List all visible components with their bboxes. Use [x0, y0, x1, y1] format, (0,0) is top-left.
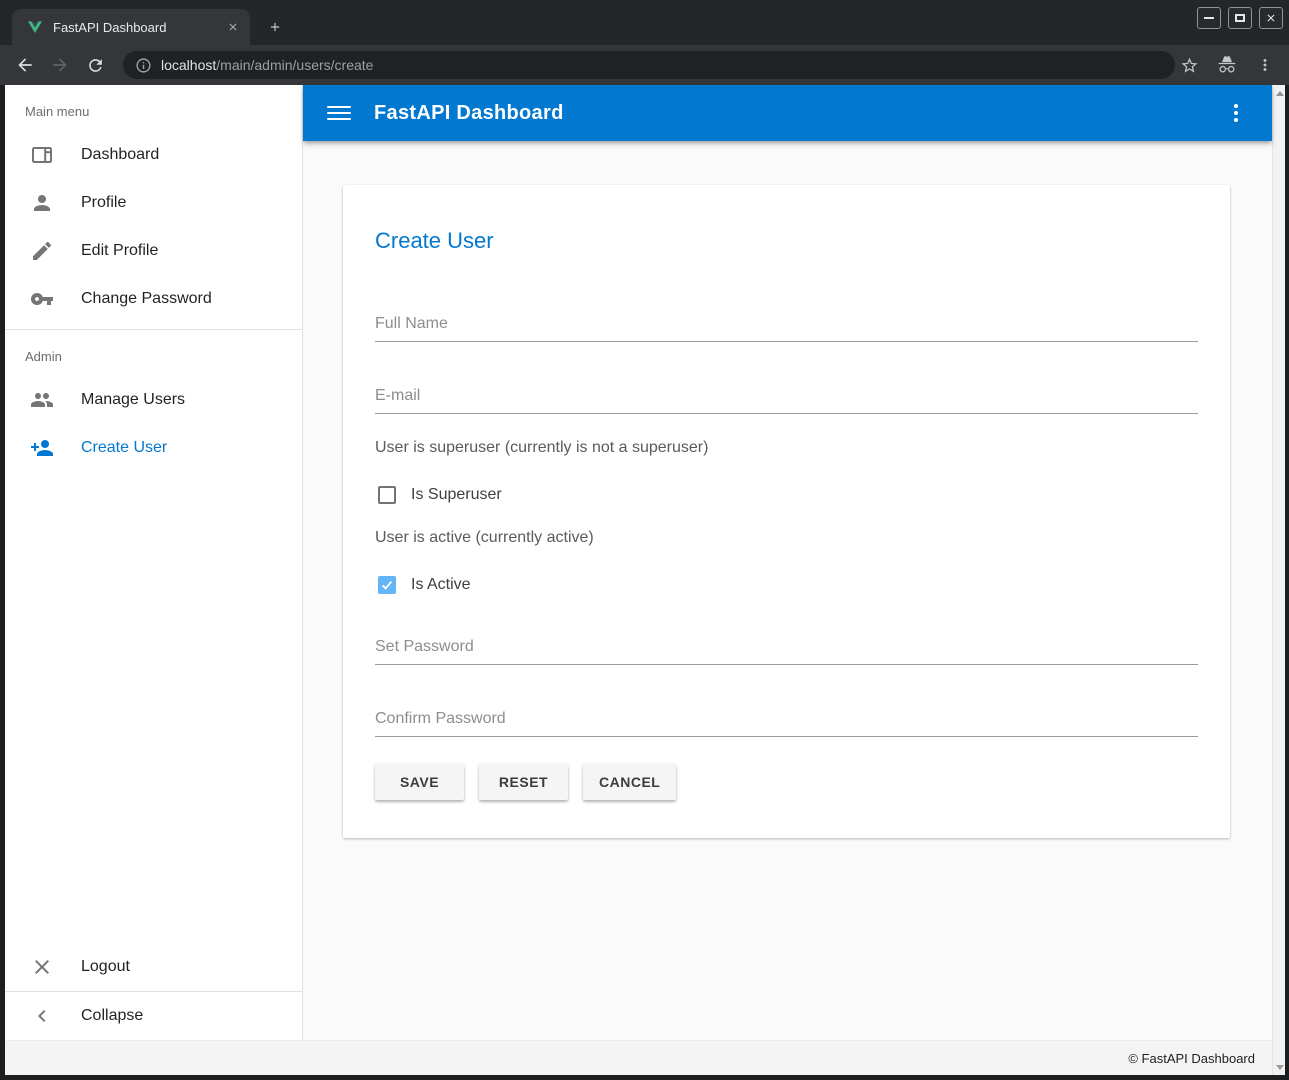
sidebar-item-logout[interactable]: Logout: [5, 943, 302, 991]
sidebar-item-label: Edit Profile: [81, 242, 158, 260]
url-path: /main/admin/users/create: [216, 57, 373, 73]
reload-icon: [86, 56, 105, 75]
active-hint: User is active (currently active): [375, 529, 1198, 547]
full-name-input[interactable]: [375, 311, 1198, 342]
forward-arrow-icon: [50, 55, 70, 75]
close-icon: [1265, 12, 1277, 24]
sidebar-item-edit-profile[interactable]: Edit Profile: [5, 227, 302, 275]
address-bar[interactable]: localhost/main/admin/users/create: [123, 51, 1175, 79]
set-password-field-wrap: [375, 634, 1198, 665]
sidebar: Main menu Dashboard Profile: [5, 85, 303, 1040]
pencil-icon: [30, 239, 54, 263]
sidebar-spacer: [5, 472, 302, 943]
sidebar-item-label: Change Password: [81, 290, 212, 308]
sidebar-item-label: Create User: [81, 439, 167, 457]
browser-tab[interactable]: FastAPI Dashboard: [12, 9, 250, 45]
confirm-password-input[interactable]: [375, 706, 1198, 737]
sidebar-item-label: Collapse: [81, 1007, 143, 1025]
sidebar-item-change-password[interactable]: Change Password: [5, 275, 302, 323]
person-icon: [30, 191, 54, 215]
sidebar-section-admin: Admin: [5, 336, 302, 376]
app-window: Main menu Dashboard Profile: [5, 85, 1285, 1075]
page-title: Create User: [375, 228, 1198, 254]
full-name-field-wrap: [375, 311, 1198, 342]
browser-tabstrip: FastAPI Dashboard: [0, 0, 1289, 45]
active-checkbox-row[interactable]: Is Active: [378, 576, 1198, 594]
sidebar-item-create-user[interactable]: Create User: [5, 424, 302, 472]
form-actions: SAVE RESET CANCEL: [375, 764, 1198, 800]
sidebar-item-collapse[interactable]: Collapse: [5, 992, 302, 1040]
dashboard-icon: [30, 143, 54, 167]
incognito-indicator: [1213, 51, 1241, 79]
confirm-password-field-wrap: [375, 706, 1198, 737]
sidebar-divider: [5, 329, 302, 330]
reset-button[interactable]: RESET: [479, 764, 568, 800]
scrollbar-up-arrow[interactable]: [1273, 86, 1285, 100]
person-add-icon: [30, 436, 54, 460]
maximize-icon: [1235, 14, 1245, 22]
new-tab-button[interactable]: [262, 14, 288, 40]
sidebar-item-label: Logout: [81, 958, 130, 976]
minimize-icon: [1204, 17, 1214, 19]
footer-copyright: © FastAPI Dashboard: [1128, 1051, 1255, 1066]
active-checkbox-label: Is Active: [411, 576, 471, 594]
active-checkbox[interactable]: [378, 576, 396, 594]
browser-toolbar: localhost/main/admin/users/create: [0, 45, 1289, 85]
save-button[interactable]: SAVE: [375, 764, 464, 800]
logout-close-icon: [30, 955, 54, 979]
sidebar-item-dashboard[interactable]: Dashboard: [5, 131, 302, 179]
sidebar-item-profile[interactable]: Profile: [5, 179, 302, 227]
scrollbar-down-arrow[interactable]: [1273, 1060, 1285, 1074]
browser-menu-button[interactable]: [1251, 51, 1279, 79]
group-icon: [30, 388, 54, 412]
reload-button[interactable]: [81, 51, 109, 79]
window-minimize-button[interactable]: [1197, 7, 1221, 29]
key-icon: [30, 287, 54, 311]
back-arrow-icon: [15, 55, 35, 75]
set-password-input[interactable]: [375, 634, 1198, 665]
chevron-left-icon: [30, 1004, 54, 1028]
sidebar-item-label: Manage Users: [81, 391, 185, 409]
kebab-menu-icon: [1256, 56, 1274, 74]
checkmark-icon: [380, 578, 394, 592]
sidebar-item-label: Profile: [81, 194, 126, 212]
page-scrollbar[interactable]: [1272, 85, 1285, 1075]
bookmark-button[interactable]: [1175, 51, 1203, 79]
sidebar-item-label: Dashboard: [81, 146, 159, 164]
back-button[interactable]: [11, 51, 39, 79]
appbar-title: FastAPI Dashboard: [374, 102, 564, 125]
window-maximize-button[interactable]: [1228, 7, 1252, 29]
email-input[interactable]: [375, 383, 1198, 414]
app-footer: © FastAPI Dashboard: [5, 1040, 1272, 1075]
email-field-wrap: [375, 383, 1198, 414]
cancel-button[interactable]: CANCEL: [583, 764, 676, 800]
forward-button[interactable]: [46, 51, 74, 79]
vue-logo-icon: [27, 19, 43, 35]
main-area: FastAPI Dashboard Create User User is su…: [303, 85, 1272, 1040]
appbar: FastAPI Dashboard: [303, 85, 1272, 141]
incognito-icon: [1217, 55, 1237, 75]
sidebar-section-main-menu: Main menu: [5, 91, 302, 131]
tab-close-icon[interactable]: [224, 18, 242, 36]
star-icon: [1180, 56, 1199, 75]
url-host: localhost: [161, 57, 216, 73]
window-close-button[interactable]: [1259, 7, 1283, 29]
page-content: Create User User is superuser (currently…: [303, 141, 1272, 1040]
appbar-menu-button[interactable]: [1224, 101, 1248, 125]
superuser-checkbox-row[interactable]: Is Superuser: [378, 486, 1198, 504]
page-info-icon[interactable]: [135, 57, 152, 74]
hamburger-menu-icon[interactable]: [327, 101, 351, 125]
superuser-checkbox[interactable]: [378, 486, 396, 504]
sidebar-item-manage-users[interactable]: Manage Users: [5, 376, 302, 424]
url-text: localhost/main/admin/users/create: [161, 57, 373, 73]
superuser-checkbox-label: Is Superuser: [411, 486, 502, 504]
create-user-card: Create User User is superuser (currently…: [343, 185, 1230, 838]
tab-title: FastAPI Dashboard: [53, 20, 224, 35]
superuser-hint: User is superuser (currently is not a su…: [375, 439, 1198, 457]
